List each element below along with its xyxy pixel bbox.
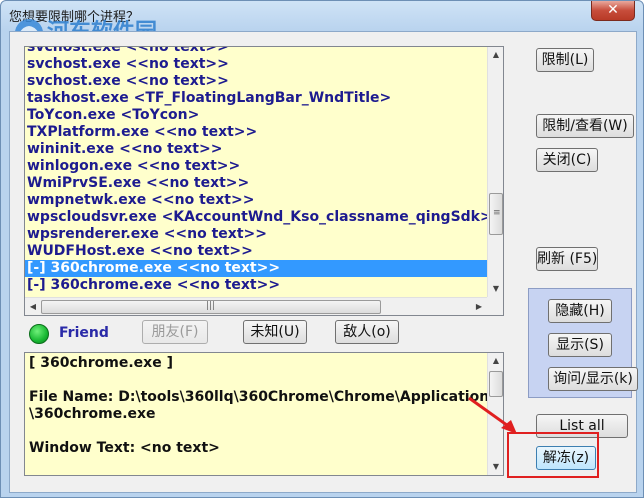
info-line: [ 360chrome.exe ]	[29, 355, 173, 371]
refresh-button[interactable]: 刷新 (F5)	[536, 247, 598, 271]
info-line	[29, 423, 481, 440]
annotation-arrow-icon	[468, 396, 517, 434]
dialog-client-area: svchost.exe <<no text>> svchost.exe <<no …	[9, 31, 638, 493]
scroll-left-arrow-icon[interactable]: ◀	[25, 299, 41, 315]
scroll-up-arrow-icon[interactable]: ▲	[488, 47, 504, 63]
process-list-item[interactable]: svchost.exe <<no text>>	[25, 56, 487, 73]
grip-icon: |||	[206, 301, 216, 311]
limit-button[interactable]: 限制(L)	[536, 48, 594, 72]
hide-button[interactable]: 隐藏(H)	[548, 299, 612, 323]
process-list-item[interactable]: svchost.exe <<no text>>	[25, 47, 487, 56]
title-bar[interactable]: 您想要限制哪个进程？ ✕	[1, 1, 643, 29]
scrollbar-corner	[487, 297, 503, 315]
scroll-down-arrow-icon[interactable]: ▼	[488, 459, 503, 475]
process-list-horizontal-thumb[interactable]: |||	[41, 300, 381, 314]
annotation-highlight-box	[507, 432, 599, 478]
friend-button[interactable]: 朋友(F)	[142, 320, 208, 344]
window-title: 您想要限制哪个进程？	[9, 10, 140, 25]
process-list-item[interactable]: wmpnetwk.exe <<no text>>	[25, 192, 487, 209]
ask-show-button[interactable]: 询问/显示(k)	[548, 367, 638, 391]
process-list[interactable]: svchost.exe <<no text>> svchost.exe <<no …	[24, 46, 504, 316]
process-list-item[interactable]: [-] 360chrome.exe <<no text>>	[25, 277, 487, 294]
status-indicator-icon	[29, 324, 49, 344]
info-line: File Name: D:\tools\360llq\360Chrome\Chr…	[29, 389, 490, 405]
process-list-vertical-scrollbar[interactable]: ▲ ≡ ▼	[487, 47, 503, 297]
process-list-item[interactable]: ToYcon.exe <ToYcon>	[25, 107, 487, 124]
process-list-item[interactable]: winlogon.exe <<no text>>	[25, 158, 487, 175]
info-line: \360chrome.exe	[29, 406, 156, 422]
process-list-item[interactable]: TXPlatform.exe <<no text>>	[25, 124, 487, 141]
status-label: Friend	[59, 325, 109, 341]
unknown-button[interactable]: 未知(U)	[243, 320, 307, 344]
enemy-button[interactable]: 敌人(o)	[335, 320, 399, 344]
scroll-right-arrow-icon[interactable]: ▶	[471, 299, 487, 315]
app-window: 您想要限制哪个进程？ ✕ 河东软件园 www.pc0359.cn svchost…	[0, 0, 644, 498]
process-list-item[interactable]: WmiPrvSE.exe <<no text>>	[25, 175, 487, 192]
process-list-item[interactable]: [-] 360chrome.exe <<no text>>	[25, 260, 487, 277]
scroll-up-arrow-icon[interactable]: ▲	[488, 353, 503, 369]
scroll-down-arrow-icon[interactable]: ▼	[488, 281, 504, 297]
process-info-text: [ 360chrome.exe ] File Name: D:\tools\360…	[29, 355, 490, 457]
info-line	[29, 372, 481, 389]
process-list-item[interactable]: wpsrenderer.exe <<no text>>	[25, 226, 487, 243]
process-list-items: svchost.exe <<no text>> svchost.exe <<no …	[25, 47, 487, 297]
process-list-vertical-thumb[interactable]: ≡	[489, 193, 503, 235]
limit-watch-button[interactable]: 限制/查看(W)	[536, 114, 634, 138]
grip-icon: ≡	[493, 208, 501, 218]
info-line: Window Text: <no text>	[29, 440, 220, 456]
process-list-item[interactable]: wpscloudsvr.exe <KAccountWnd_Kso_classna…	[25, 209, 487, 226]
visibility-group: 隐藏(H) 显示(S) 询问/显示(k)	[528, 288, 638, 398]
process-list-item[interactable]: taskhost.exe <TF_FloatingLangBar_WndTitl…	[25, 90, 487, 107]
process-list-item[interactable]: WUDFHost.exe <<no text>>	[25, 243, 487, 260]
close-process-button[interactable]: 关闭(C)	[536, 148, 598, 172]
process-list-item[interactable]: svchost.exe <<no text>>	[25, 73, 487, 90]
close-window-button[interactable]: ✕	[591, 1, 635, 21]
process-list-item[interactable]: wininit.exe <<no text>>	[25, 141, 487, 158]
process-info-panel[interactable]: [ 360chrome.exe ] File Name: D:\tools\360…	[24, 352, 504, 476]
show-button[interactable]: 显示(S)	[548, 333, 612, 357]
process-list-horizontal-scrollbar[interactable]: ◀ ||| ▶	[25, 297, 487, 315]
